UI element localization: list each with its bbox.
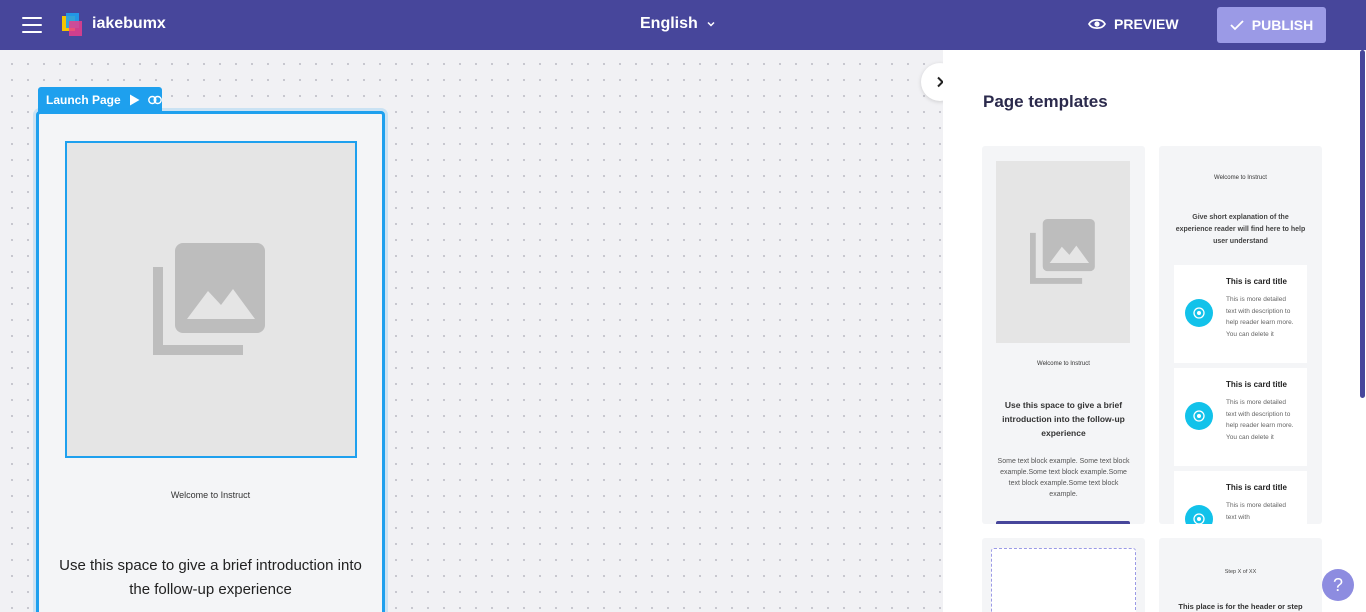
template-explanation: Give short explanation of the experience…	[1175, 214, 1306, 245]
template-card[interactable]	[982, 538, 1145, 612]
card-text: This is more detailed text with descript…	[1226, 296, 1294, 338]
language-selector[interactable]: English	[640, 15, 716, 33]
card-text: This is more detailed text with descript…	[1226, 399, 1294, 441]
card-title: This is card title	[1226, 277, 1287, 286]
top-bar: iakebumx English PREVIEW PUBLISH	[0, 0, 1366, 50]
brand-name: iakebumx	[92, 15, 166, 32]
preview-label: PREVIEW	[1114, 16, 1179, 32]
link-icon[interactable]	[147, 95, 162, 105]
template-welcome: Welcome to Instruct	[1214, 175, 1267, 181]
logo-icon	[62, 13, 82, 36]
template-intro: Use this space to give a brief introduct…	[1002, 400, 1125, 438]
panel-scrollbar[interactable]	[1360, 50, 1365, 398]
template-body: Some text block example. Some text block…	[997, 458, 1130, 498]
info-card: This is card title This is more detailed…	[1174, 471, 1307, 524]
template-card[interactable]: Step X of XX This place is for the heade…	[1159, 538, 1322, 612]
panel-title: Page templates	[983, 92, 1108, 111]
language-label: English	[640, 15, 698, 32]
play-icon[interactable]	[129, 94, 140, 106]
page-tag[interactable]: Launch Page	[38, 87, 162, 113]
launch-page-frame[interactable]: Welcome to Instruct Use this space to gi…	[36, 111, 385, 612]
image-placeholder-icon	[153, 243, 265, 355]
page-tag-label: Launch Page	[46, 93, 121, 107]
template-step: Step X of XX	[1224, 569, 1257, 575]
publish-label: PUBLISH	[1251, 17, 1314, 33]
template-welcome: Welcome to Instruct	[1037, 361, 1090, 367]
template-header: This place is for the header or step	[1178, 602, 1303, 611]
help-button[interactable]: ?	[1322, 569, 1354, 601]
preview-button[interactable]: PREVIEW	[1088, 16, 1179, 32]
template-image-placeholder	[996, 161, 1130, 343]
card-text: This is more detailed text with	[1226, 502, 1286, 521]
card-icon	[1185, 402, 1213, 430]
card-icon	[1185, 299, 1213, 327]
info-card: This is card title This is more detailed…	[1174, 368, 1307, 466]
card-icon	[1185, 505, 1213, 524]
template-card[interactable]: Welcome to Instruct Give short explanati…	[1159, 146, 1322, 524]
template-empty-area	[991, 548, 1136, 612]
intro-text: Use this space to give a brief introduct…	[59, 557, 362, 598]
publish-button[interactable]: PUBLISH	[1217, 7, 1326, 43]
chevron-down-icon	[707, 21, 715, 27]
eye-icon	[1088, 18, 1106, 30]
template-button	[996, 521, 1130, 524]
menu-icon[interactable]	[22, 17, 42, 33]
image-placeholder[interactable]	[65, 141, 357, 458]
check-icon	[1230, 20, 1244, 31]
info-card: This is card title This is more detailed…	[1174, 265, 1307, 363]
card-title: This is card title	[1226, 483, 1287, 492]
help-icon: ?	[1332, 574, 1343, 595]
welcome-text: Welcome to Instruct	[170, 490, 251, 500]
image-placeholder-icon	[1030, 219, 1095, 284]
template-card[interactable]: Welcome to Instruct Use this space to gi…	[982, 146, 1145, 524]
card-title: This is card title	[1226, 380, 1287, 389]
